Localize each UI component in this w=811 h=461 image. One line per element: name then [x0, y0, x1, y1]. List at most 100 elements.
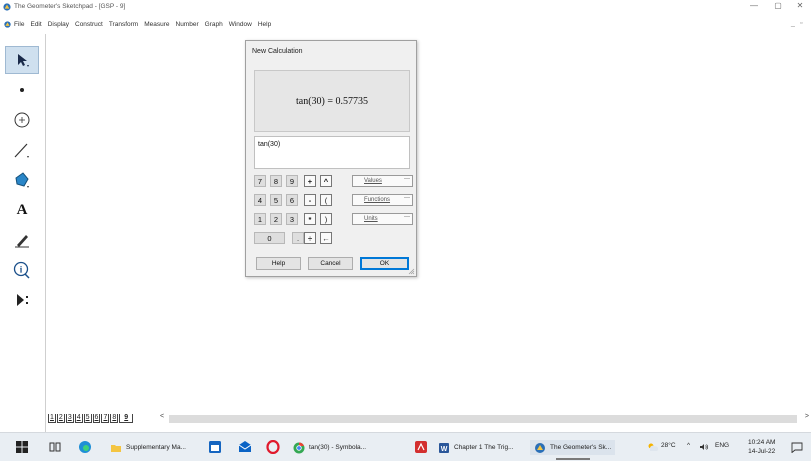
menu-file[interactable]: File — [14, 21, 24, 28]
calendar-app-icon[interactable] — [208, 440, 222, 454]
minimize-button[interactable]: — — [745, 1, 763, 10]
speaker-icon[interactable] — [699, 442, 709, 452]
vertical-scrollbar[interactable] — [799, 34, 811, 410]
point-tool[interactable] — [5, 76, 39, 104]
compass-tool[interactable] — [5, 106, 39, 134]
taskbar-app-folder[interactable]: Supplementary Ma... — [110, 440, 186, 455]
key-8[interactable]: 8 — [270, 175, 282, 187]
key-divide[interactable]: ÷ — [304, 232, 316, 244]
menu-graph[interactable]: Graph — [205, 21, 223, 28]
key-minus[interactable]: - — [304, 194, 316, 206]
sketch-canvas[interactable] — [47, 34, 799, 410]
page-tab-2[interactable]: 2 — [56, 414, 65, 423]
edge-browser-icon[interactable] — [78, 440, 92, 454]
point-icon — [20, 88, 24, 92]
key-9[interactable]: 9 — [286, 175, 298, 187]
menu-transform[interactable]: Transform — [109, 21, 138, 28]
menu-edit[interactable]: Edit — [30, 21, 41, 28]
doc-minimize-button[interactable]: _ — [791, 20, 795, 27]
weather-temperature[interactable]: 28°C — [661, 442, 676, 449]
menu-number[interactable]: Number — [176, 21, 199, 28]
values-menu-button[interactable]: Values — — [352, 175, 413, 187]
close-button[interactable]: ✕ — [791, 1, 809, 10]
key-open-paren[interactable]: ( — [320, 194, 332, 206]
window-title: The Geometer's Sketchpad - [GSP - 9] — [14, 3, 126, 10]
menu-display[interactable]: Display — [48, 21, 69, 28]
acrobat-icon[interactable] — [414, 440, 428, 454]
straightedge-icon — [14, 143, 29, 158]
page-tab-4[interactable]: 4 — [74, 414, 83, 423]
clock-time: 10:24 AM — [748, 439, 776, 446]
units-arrow: — — [404, 214, 410, 220]
maximize-button[interactable]: ▢ — [769, 1, 787, 10]
text-tool[interactable]: A — [5, 196, 39, 224]
tray-chevron[interactable]: ^ — [687, 442, 690, 449]
notification-icon[interactable] — [791, 442, 803, 453]
key-6[interactable]: 6 — [286, 194, 298, 206]
page-tab-1[interactable]: 1 — [48, 414, 56, 423]
units-menu-button[interactable]: Units — — [352, 213, 413, 225]
sketchpad-app-icon — [3, 3, 11, 11]
polygon-icon — [15, 172, 29, 188]
key-close-paren[interactable]: ) — [320, 213, 332, 225]
help-button[interactable]: Help — [256, 257, 301, 270]
page-tab-9[interactable]: 9 — [119, 414, 134, 423]
straightedge-tool[interactable] — [5, 136, 39, 164]
language-indicator[interactable]: ENG — [715, 442, 729, 449]
key-1[interactable]: 1 — [254, 213, 266, 225]
scroll-left-arrow[interactable]: < — [160, 413, 164, 420]
page-tab-3[interactable]: 3 — [65, 414, 74, 423]
chrome-icon — [293, 442, 305, 453]
toolbox: A i — [0, 34, 46, 434]
taskbar-app-word[interactable]: W Chapter 1 The Trig... — [438, 440, 514, 455]
compass-icon — [14, 112, 30, 128]
clock-date: 14-Jul-22 — [748, 448, 776, 455]
menu-construct[interactable]: Construct — [75, 21, 103, 28]
key-5[interactable]: 5 — [270, 194, 282, 206]
custom-tool-icon — [17, 294, 28, 306]
functions-menu-button[interactable]: Functions — — [352, 194, 413, 206]
clock[interactable]: 10:24 AM 14-Jul-22 — [748, 438, 775, 456]
key-0[interactable]: 0 — [254, 232, 285, 244]
page-tab-5[interactable]: 5 — [83, 414, 92, 423]
opera-icon[interactable] — [266, 440, 280, 454]
functions-label: Functions — [364, 197, 391, 203]
key-4[interactable]: 4 — [254, 194, 266, 206]
doc-restore-button[interactable]: ▫ — [800, 20, 802, 27]
taskbar-app-chrome[interactable]: tan(30) - Symbola... — [293, 440, 366, 455]
information-tool[interactable]: i — [5, 256, 39, 284]
ok-button[interactable]: OK — [360, 257, 409, 270]
sketchpad-window: The Geometer's Sketchpad - [GSP - 9] — ▢… — [0, 0, 811, 461]
arrow-tool[interactable] — [5, 46, 39, 74]
scroll-right-arrow[interactable]: > — [805, 413, 809, 420]
marker-tool[interactable] — [5, 226, 39, 254]
key-backspace[interactable]: ← — [320, 232, 332, 244]
key-3[interactable]: 3 — [286, 213, 298, 225]
key-dot[interactable]: . — [292, 232, 304, 244]
polygon-tool[interactable] — [5, 166, 39, 194]
page-tab-8[interactable]: 8 — [110, 414, 119, 423]
key-7[interactable]: 7 — [254, 175, 266, 187]
resize-grip-icon[interactable] — [408, 268, 415, 275]
key-2[interactable]: 2 — [270, 213, 282, 225]
menu-measure[interactable]: Measure — [144, 21, 169, 28]
custom-tool[interactable] — [5, 286, 39, 314]
start-icon[interactable] — [15, 440, 29, 454]
cancel-button[interactable]: Cancel — [308, 257, 353, 270]
expression-field[interactable]: tan(30) — [254, 136, 410, 169]
menu-help[interactable]: Help — [258, 21, 271, 28]
result-display: tan(30) = 0.57735 — [254, 70, 410, 132]
document-icon[interactable] — [4, 21, 11, 28]
mail-icon[interactable] — [238, 440, 252, 454]
expression-text: tan(30) — [258, 141, 281, 148]
key-caret[interactable]: ^ — [320, 175, 332, 187]
page-tab-7[interactable]: 7 — [101, 414, 110, 423]
horizontal-scrollbar[interactable] — [169, 415, 797, 423]
menu-window[interactable]: Window — [229, 21, 252, 28]
page-tab-6[interactable]: 6 — [92, 414, 101, 423]
taskbar-app-sketchpad[interactable]: The Geometer's Sk... — [530, 440, 616, 460]
key-plus[interactable]: + — [304, 175, 316, 187]
taskbar: Supplementary Ma... tan(30) - Symbola...… — [0, 432, 811, 461]
task-view-icon[interactable] — [48, 440, 62, 454]
key-multiply[interactable]: * — [304, 213, 316, 225]
